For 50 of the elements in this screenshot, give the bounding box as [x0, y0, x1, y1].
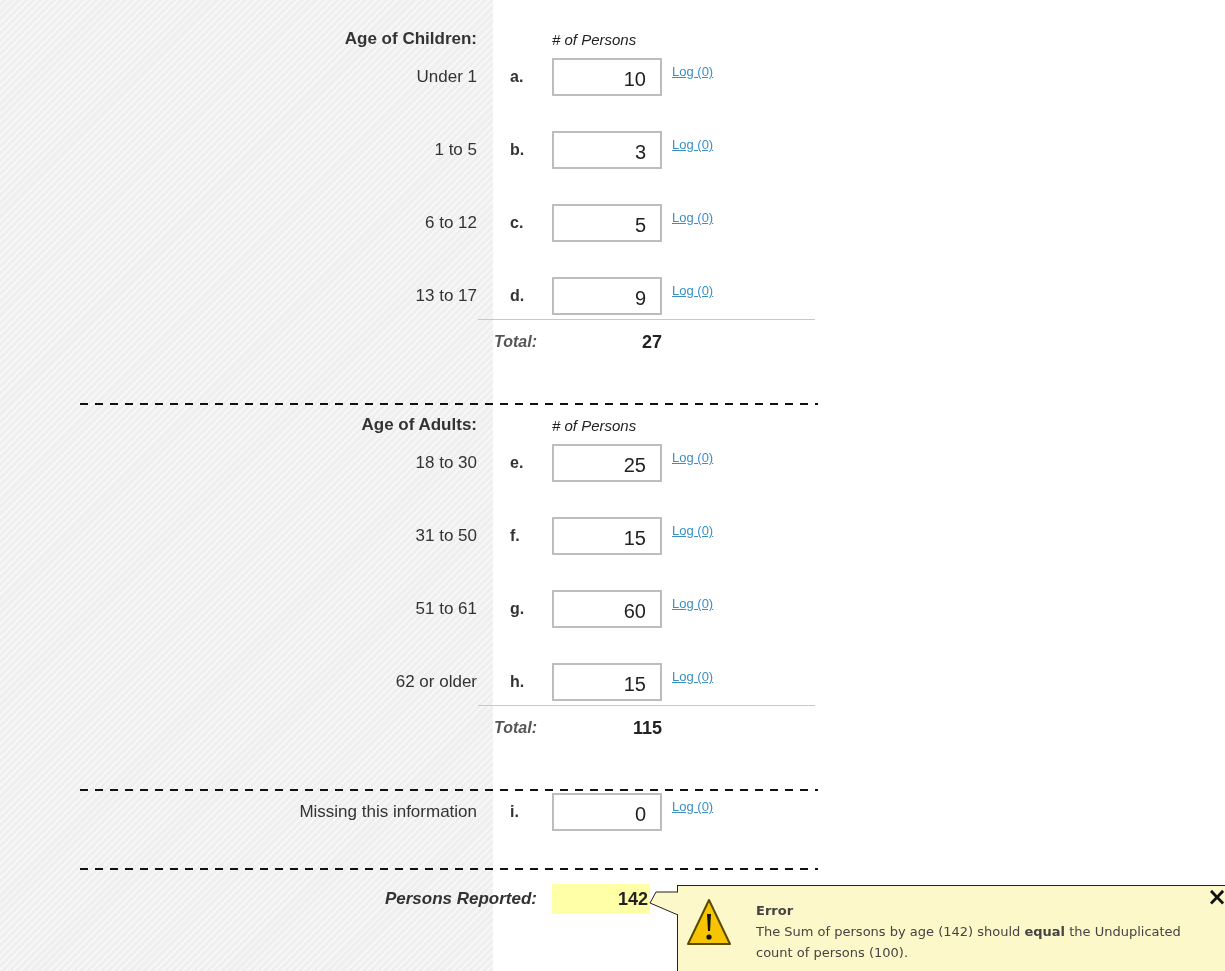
number-field[interactable]: 3	[552, 131, 662, 169]
row-label: 6 to 12	[424, 213, 477, 233]
number-field[interactable]: 15	[552, 517, 662, 555]
item-letter: d.	[510, 287, 526, 305]
row-label: 13 to 17	[414, 286, 477, 306]
persons-reported-value: 142	[552, 884, 650, 914]
item-letter: f.	[510, 527, 521, 545]
number-field[interactable]: 5	[552, 204, 662, 242]
row-label: 18 to 30	[414, 453, 477, 473]
log-link[interactable]: Log (0)	[672, 669, 714, 684]
persons-reported-label: Persons Reported:	[383, 889, 537, 909]
row-label: 1 to 5	[433, 140, 477, 160]
number-field[interactable]: 15	[552, 663, 662, 701]
warning-icon	[686, 898, 732, 948]
log-link[interactable]: Log (0)	[672, 210, 714, 225]
log-link[interactable]: Log (0)	[672, 596, 714, 611]
log-link[interactable]: Log (0)	[672, 799, 714, 814]
number-field[interactable]: 0	[552, 793, 662, 831]
number-field[interactable]: 60	[552, 590, 662, 628]
section-heading: Age of Children:	[343, 29, 477, 49]
column-heading: # of Persons	[552, 416, 637, 434]
item-letter: a.	[510, 68, 525, 86]
section-heading: Age of Adults:	[360, 415, 477, 435]
item-letter: h.	[510, 673, 526, 691]
log-link[interactable]: Log (0)	[672, 64, 714, 79]
row-label: 62 or older	[394, 672, 477, 692]
row-label: 31 to 50	[414, 526, 477, 546]
number-field[interactable]: 9	[552, 277, 662, 315]
total-value: 115	[631, 717, 662, 739]
row-label: Missing this information	[298, 802, 477, 822]
log-link[interactable]: Log (0)	[672, 450, 714, 465]
item-letter: g.	[510, 600, 526, 618]
total-value: 27	[640, 331, 662, 353]
column-heading: # of Persons	[552, 30, 637, 48]
log-link[interactable]: Log (0)	[672, 283, 714, 298]
log-link[interactable]: Log (0)	[672, 523, 714, 538]
row-label: 51 to 61	[414, 599, 477, 619]
row-label: Under 1	[415, 67, 477, 87]
error-title: Error	[756, 902, 795, 920]
error-message: The Sum of persons by age (142) should equal the Unduplicated count of persons (100).	[756, 923, 1182, 962]
item-letter: c.	[510, 214, 525, 232]
item-letter: e.	[510, 454, 525, 472]
item-letter: b.	[510, 141, 526, 159]
total-label: Total:	[493, 333, 537, 351]
number-field[interactable]: 10	[552, 58, 662, 96]
log-link[interactable]: Log (0)	[672, 137, 714, 152]
number-field[interactable]: 25	[552, 444, 662, 482]
close-button[interactable]: ×	[1206, 885, 1225, 909]
total-label: Total:	[493, 719, 537, 737]
item-letter: i.	[510, 803, 520, 821]
